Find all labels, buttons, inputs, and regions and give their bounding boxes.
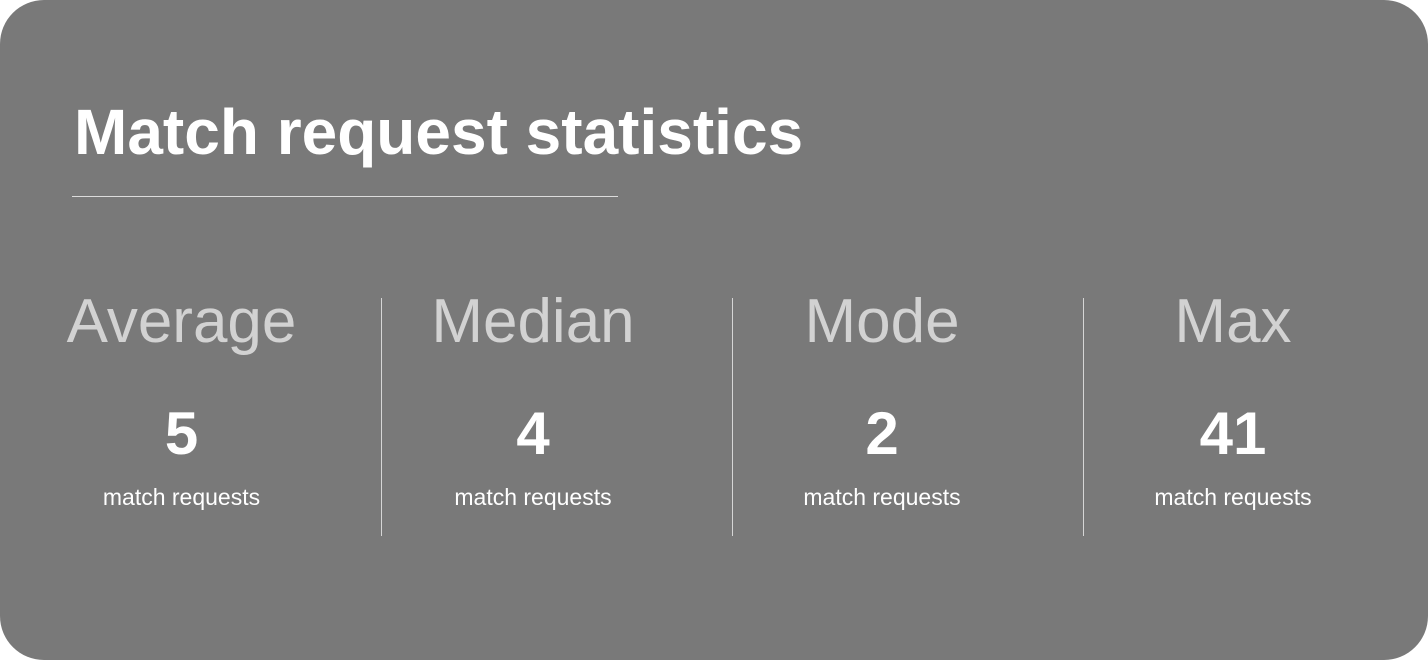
statistics-card: Match request statistics Average 5 match… (0, 0, 1428, 660)
stat-value: 4 (516, 400, 550, 467)
stat-label: Median (431, 287, 635, 356)
stat-value: 5 (164, 400, 199, 467)
title-underline (72, 196, 618, 197)
stat-median: Median 4 match requests (381, 287, 732, 536)
stat-max: Max 41 match requests (1083, 287, 1428, 536)
stat-unit: match requests (454, 484, 612, 510)
stat-unit: match requests (102, 484, 261, 510)
stat-value: 41 (1199, 400, 1267, 467)
stat-average: Average 5 match requests (30, 287, 381, 536)
stat-label: Mode (804, 287, 960, 356)
stat-label: Max (1174, 287, 1292, 356)
stat-mode: Mode 2 match requests (732, 287, 1083, 536)
stat-value: 2 (865, 400, 899, 467)
card-title: Match request statistics (74, 96, 804, 168)
stats-row: Average 5 match requests Median 4 match … (30, 287, 1428, 536)
stat-unit: match requests (803, 484, 961, 510)
stat-label: Average (66, 287, 297, 356)
stat-unit: match requests (1154, 484, 1312, 510)
